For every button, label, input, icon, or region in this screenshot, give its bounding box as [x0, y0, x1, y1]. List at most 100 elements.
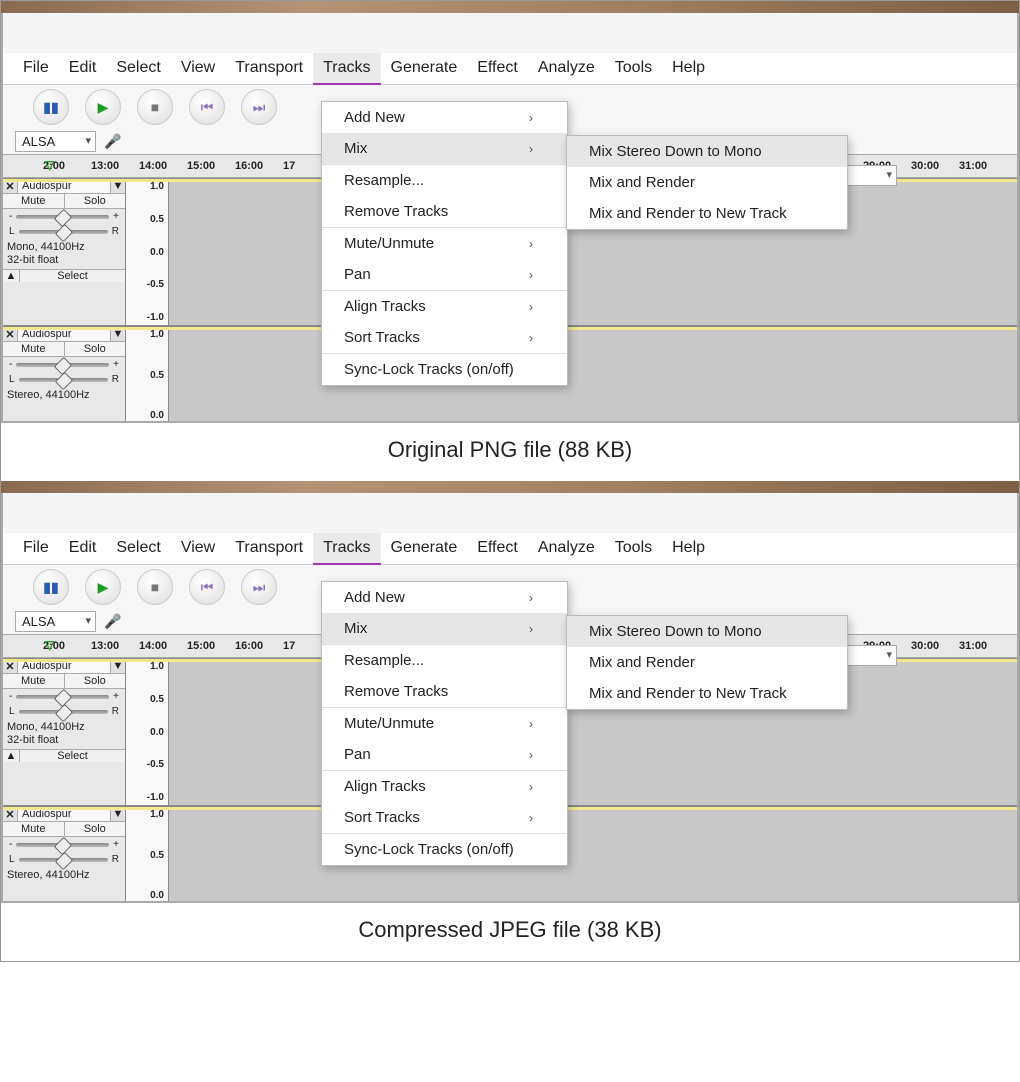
- menu-item[interactable]: Mix and Render to New Track: [567, 678, 847, 709]
- mix-submenu: Mix Stereo Down to MonoMix and RenderMix…: [566, 615, 848, 710]
- menu-item[interactable]: Sync-Lock Tracks (on/off): [322, 353, 567, 385]
- menu-item[interactable]: Sync-Lock Tracks (on/off): [322, 833, 567, 865]
- menu-select[interactable]: Select: [106, 533, 170, 564]
- waveform-area[interactable]: [169, 327, 1017, 423]
- audacity-app-screenshot: FileEditSelectViewTransportTracksGenerat…: [1, 13, 1019, 423]
- solo-button[interactable]: Solo: [65, 194, 126, 208]
- collapse-track-button[interactable]: ▲: [3, 270, 20, 282]
- playhead-marker[interactable]: ▽: [45, 638, 54, 652]
- menu-analyze[interactable]: Analyze: [528, 533, 605, 564]
- select-track-button[interactable]: Select: [20, 750, 125, 762]
- vertical-scale: 1.0 0.5 0.0: [126, 327, 169, 423]
- pan-slider[interactable]: LR: [3, 704, 125, 719]
- menu-tracks[interactable]: Tracks: [313, 533, 380, 565]
- pan-slider[interactable]: LR: [3, 224, 125, 239]
- pan-slider[interactable]: LR: [3, 852, 125, 867]
- chevron-right-icon: ›: [529, 622, 533, 636]
- skip-end-button[interactable]: ⏭: [241, 569, 277, 605]
- menu-item[interactable]: Mix›: [322, 133, 567, 164]
- mute-button[interactable]: Mute: [3, 342, 65, 356]
- audio-host-select[interactable]: ALSA: [15, 611, 96, 632]
- menu-generate[interactable]: Generate: [381, 533, 468, 564]
- chevron-right-icon: ›: [529, 268, 533, 282]
- menu-item[interactable]: Mix and Render: [567, 647, 847, 678]
- menu-item[interactable]: Pan›: [322, 259, 567, 290]
- figure-compressed: FileEditSelectViewTransportTracksGenerat…: [1, 481, 1019, 961]
- menu-item[interactable]: Add New›: [322, 582, 567, 613]
- menu-tracks[interactable]: Tracks: [313, 53, 380, 85]
- window-frame-top: [1, 481, 1019, 493]
- menu-edit[interactable]: Edit: [59, 53, 107, 84]
- stop-button[interactable]: ■: [137, 89, 173, 125]
- solo-button[interactable]: Solo: [65, 822, 126, 836]
- menu-view[interactable]: View: [171, 53, 225, 84]
- menu-item[interactable]: Resample...: [322, 644, 567, 676]
- playhead-marker[interactable]: ▽: [45, 158, 54, 172]
- solo-button[interactable]: Solo: [65, 342, 126, 356]
- play-button[interactable]: ▶: [85, 89, 121, 125]
- gain-slider[interactable]: -+: [3, 837, 125, 852]
- collapse-track-button[interactable]: ▲: [3, 750, 20, 762]
- menu-item[interactable]: Remove Tracks: [322, 196, 567, 227]
- menu-effect[interactable]: Effect: [467, 533, 528, 564]
- menu-transport[interactable]: Transport: [225, 533, 313, 564]
- menu-item[interactable]: Sort Tracks›: [322, 802, 567, 833]
- track-format-info: Stereo, 44100Hz: [3, 867, 125, 884]
- skip-end-button[interactable]: ⏭: [241, 89, 277, 125]
- menu-item[interactable]: Mix›: [322, 613, 567, 644]
- menu-item[interactable]: Resample...: [322, 164, 567, 196]
- menu-edit[interactable]: Edit: [59, 533, 107, 564]
- menu-transport[interactable]: Transport: [225, 53, 313, 84]
- menu-item[interactable]: Align Tracks›: [322, 290, 567, 322]
- menu-tools[interactable]: Tools: [605, 53, 662, 84]
- pause-button[interactable]: ▮▮: [33, 569, 69, 605]
- chevron-right-icon: ›: [529, 237, 533, 251]
- track-format-info: Stereo, 44100Hz: [3, 387, 125, 404]
- menu-effect[interactable]: Effect: [467, 53, 528, 84]
- menu-select[interactable]: Select: [106, 53, 170, 84]
- mute-button[interactable]: Mute: [3, 194, 65, 208]
- gain-slider[interactable]: -+: [3, 689, 125, 704]
- solo-button[interactable]: Solo: [65, 674, 126, 688]
- vertical-scale: 1.0 0.5 0.0 -0.5 -1.0: [126, 179, 169, 325]
- gain-slider[interactable]: -+: [3, 209, 125, 224]
- chevron-right-icon: ›: [529, 780, 533, 794]
- menu-tools[interactable]: Tools: [605, 533, 662, 564]
- menu-item[interactable]: Add New›: [322, 102, 567, 133]
- menu-analyze[interactable]: Analyze: [528, 53, 605, 84]
- track-control-panel: ✕ Audiospur ▼ Mute Solo -+ LR: [3, 327, 126, 423]
- menu-generate[interactable]: Generate: [381, 53, 468, 84]
- gain-slider[interactable]: -+: [3, 357, 125, 372]
- menu-item[interactable]: Sort Tracks›: [322, 322, 567, 353]
- menu-item[interactable]: Mix and Render to New Track: [567, 198, 847, 229]
- mute-button[interactable]: Mute: [3, 822, 65, 836]
- menu-view[interactable]: View: [171, 533, 225, 564]
- menu-item[interactable]: Mix Stereo Down to Mono: [567, 136, 847, 167]
- pause-button[interactable]: ▮▮: [33, 89, 69, 125]
- menu-bar: FileEditSelectViewTransportTracksGenerat…: [3, 53, 1017, 85]
- pan-slider[interactable]: LR: [3, 372, 125, 387]
- play-button[interactable]: ▶: [85, 569, 121, 605]
- menu-file[interactable]: File: [13, 53, 59, 84]
- menu-help[interactable]: Help: [662, 53, 715, 84]
- stop-button[interactable]: ■: [137, 569, 173, 605]
- menu-item[interactable]: Mute/Unmute›: [322, 227, 567, 259]
- skip-start-button[interactable]: ⏮: [189, 569, 225, 605]
- menu-help[interactable]: Help: [662, 533, 715, 564]
- menu-item[interactable]: Align Tracks›: [322, 770, 567, 802]
- menu-item[interactable]: Mix and Render: [567, 167, 847, 198]
- menu-item[interactable]: Mix Stereo Down to Mono: [567, 616, 847, 647]
- track-control-panel: ✕ Audiospur ▼ Mute Solo -+ LR: [3, 179, 126, 325]
- menu-item[interactable]: Mute/Unmute›: [322, 707, 567, 739]
- mute-button[interactable]: Mute: [3, 674, 65, 688]
- track-control-panel: ✕Audiospur▼ MuteSolo -+ LR Stereo, 44100…: [3, 807, 126, 903]
- skip-start-button[interactable]: ⏮: [189, 89, 225, 125]
- audio-host-select[interactable]: ALSA: [15, 131, 96, 152]
- menu-item[interactable]: Pan›: [322, 739, 567, 770]
- select-track-button[interactable]: Select: [20, 270, 125, 282]
- menu-item[interactable]: Remove Tracks: [322, 676, 567, 707]
- menu-file[interactable]: File: [13, 533, 59, 564]
- waveform-area[interactable]: [169, 807, 1017, 903]
- titlebar: [3, 493, 1017, 533]
- chevron-right-icon: ›: [529, 111, 533, 125]
